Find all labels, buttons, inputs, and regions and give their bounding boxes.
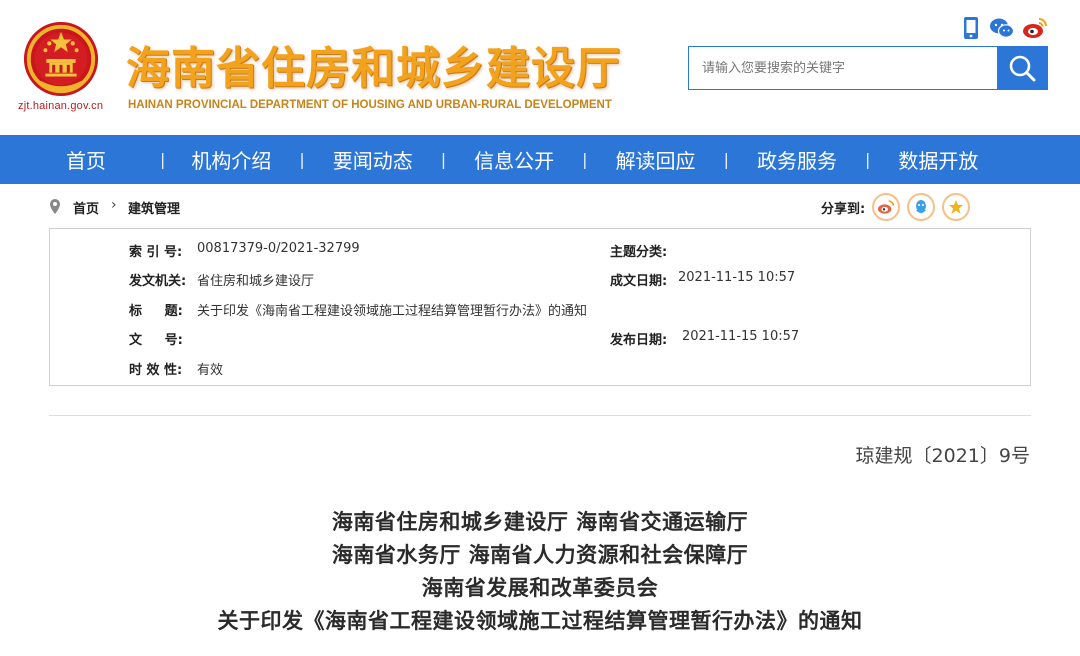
issuer-value: 省住房和城乡建设厅: [197, 274, 315, 289]
header-icons: [958, 16, 1048, 42]
breadcrumb: 首页 › 建筑管理 分享到:: [49, 190, 1031, 224]
mobile-icon[interactable]: [960, 16, 982, 40]
nav-separator: |: [440, 150, 447, 169]
nav-separator: |: [864, 150, 871, 169]
index-value: 00817379-0/2021-32799: [197, 241, 360, 256]
content-divider: [49, 415, 1031, 416]
document-number: 琼建规〔2021〕9号: [855, 445, 1030, 467]
created-date-label: 成文日期:: [610, 274, 668, 289]
site-header: zjt.hainan.gov.cn 海南省住房和城乡建设厅 HAINAN PRO…: [0, 0, 1080, 135]
search-box: [688, 46, 1048, 90]
index-label: 索 引 号:: [129, 245, 183, 260]
search-icon: [1009, 55, 1036, 82]
qq-share-icon[interactable]: [907, 193, 935, 221]
share-label: 分享到:: [821, 202, 866, 217]
validity-value: 有效: [197, 363, 224, 378]
search-button[interactable]: [997, 47, 1047, 89]
document-heading-line: 海南省住房和城乡建设厅 海南省交通运输厅: [331, 510, 749, 534]
nav-separator: |: [582, 150, 588, 169]
published-date-value: 2021-11-15 10:57: [682, 329, 800, 344]
doc-number-label: 文 号:: [129, 333, 183, 348]
document-title: 关于印发《海南省工程建设领域施工过程结算管理暂行办法》的通知: [217, 609, 863, 633]
nav-separator: |: [299, 150, 305, 169]
nav-separator: |: [723, 150, 729, 169]
site-domain: zjt.hainan.gov.cn: [18, 100, 104, 112]
document-heading-line: 海南省水务厅 海南省人力资源和社会保障厅: [331, 543, 749, 567]
breadcrumb-home[interactable]: 首页: [73, 198, 99, 217]
issuer-label: 发文机关:: [129, 274, 187, 289]
nav-item-news[interactable]: 要闻动态: [333, 145, 413, 174]
weibo-share-icon[interactable]: [872, 193, 900, 221]
breadcrumb-arrow-icon: ›: [111, 197, 117, 213]
nav-item-interpretation[interactable]: 解读回应: [616, 145, 696, 174]
national-emblem-icon: [23, 21, 99, 97]
created-date-value: 2021-11-15 10:57: [678, 270, 796, 285]
topic-label: 主题分类:: [610, 245, 668, 260]
location-pin-icon: [50, 199, 60, 214]
document-metadata-table: 索 引 号: 00817379-0/2021-32799 主题分类: 发文机关:…: [49, 228, 1031, 386]
nav-separator: |: [160, 150, 166, 169]
title-value: 关于印发《海南省工程建设领域施工过程结算管理暂行办法》的通知: [197, 304, 588, 319]
nav-item-about[interactable]: 机构介绍: [191, 145, 271, 174]
weibo-icon[interactable]: [1022, 16, 1048, 40]
title-label: 标 题:: [129, 304, 183, 319]
main-nav: 首页 | 机构介绍 | 要闻动态 | 信息公开 | 解读回应 | 政务服务 | …: [0, 135, 1080, 184]
breadcrumb-current[interactable]: 建筑管理: [128, 198, 180, 217]
search-input[interactable]: [689, 47, 997, 89]
document-heading-line: 海南省发展和改革委员会: [421, 576, 659, 600]
nav-item-services[interactable]: 政务服务: [757, 145, 837, 174]
published-date-label: 发布日期:: [610, 333, 668, 348]
validity-label: 时 效 性:: [129, 363, 183, 378]
wechat-icon[interactable]: [989, 16, 1015, 40]
nav-item-home[interactable]: 首页: [66, 145, 110, 174]
site-title[interactable]: 海南省住房和城乡建设厅: [126, 32, 621, 96]
nav-item-disclosure[interactable]: 信息公开: [474, 145, 554, 174]
site-title-english: HAINAN PROVINCIAL DEPARTMENT OF HOUSING …: [128, 99, 612, 111]
nav-item-open-data[interactable]: 数据开放: [898, 145, 978, 174]
qzone-share-icon[interactable]: [942, 193, 970, 221]
